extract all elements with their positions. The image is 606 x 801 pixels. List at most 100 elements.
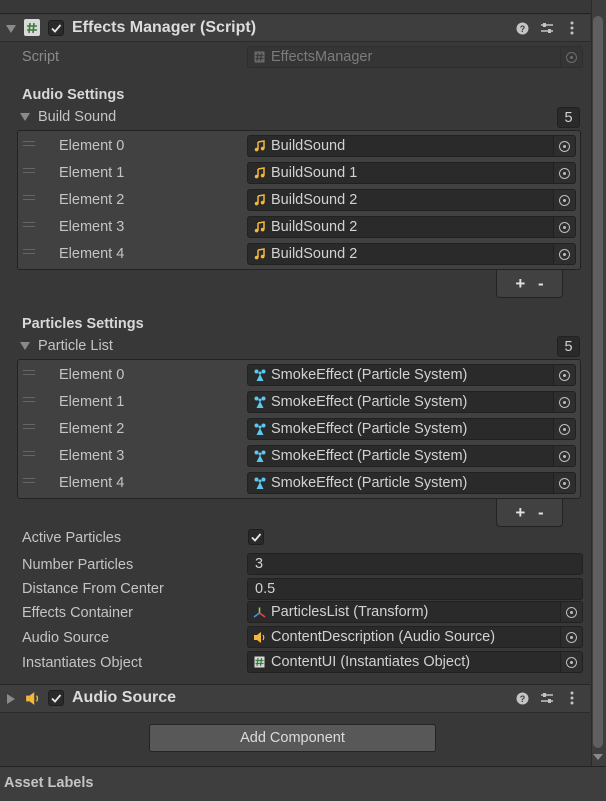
object-picker-icon[interactable] bbox=[553, 217, 575, 237]
object-picker-icon[interactable] bbox=[553, 365, 575, 385]
object-picker-icon[interactable] bbox=[553, 136, 575, 156]
add-component-button[interactable]: Add Component bbox=[149, 724, 436, 752]
element-object-field[interactable]: SmokeEffect (Particle System) bbox=[247, 445, 576, 467]
object-picker-icon[interactable] bbox=[553, 244, 575, 264]
element-label: Element 0 bbox=[59, 138, 125, 154]
particle-system-icon bbox=[253, 450, 266, 463]
instantiates-object-label: Instantiates Object bbox=[22, 655, 143, 671]
inspector-top-edge bbox=[0, 0, 606, 14]
element-object-field[interactable]: BuildSound bbox=[247, 135, 576, 157]
remove-element-button[interactable]: - bbox=[538, 275, 544, 292]
element-value: SmokeEffect (Particle System) bbox=[271, 394, 468, 410]
drag-handle-icon[interactable] bbox=[23, 478, 35, 483]
music-note-icon bbox=[253, 221, 266, 234]
object-picker-icon bbox=[560, 47, 582, 67]
svg-text:?: ? bbox=[519, 694, 525, 704]
drag-handle-icon[interactable] bbox=[23, 195, 35, 200]
music-note-icon bbox=[253, 194, 266, 207]
script-label: Script bbox=[22, 49, 60, 65]
element-object-field[interactable]: BuildSound 2 bbox=[247, 216, 576, 238]
drag-handle-icon[interactable] bbox=[23, 222, 35, 227]
foldout-arrow-icon[interactable] bbox=[7, 694, 15, 704]
drag-handle-icon[interactable] bbox=[23, 397, 35, 402]
object-picker-icon[interactable] bbox=[553, 163, 575, 183]
build-sound-label[interactable]: Build Sound bbox=[38, 109, 116, 125]
instantiates-object-field[interactable]: ContentUI (Instantiates Object) bbox=[247, 651, 583, 673]
distance-from-center-label: Distance From Center bbox=[22, 581, 164, 597]
object-picker-icon[interactable] bbox=[553, 392, 575, 412]
component-enabled-checkbox[interactable] bbox=[48, 20, 64, 36]
element-label: Element 3 bbox=[59, 219, 125, 235]
drag-handle-icon[interactable] bbox=[23, 424, 35, 429]
drag-handle-icon[interactable] bbox=[23, 370, 35, 375]
distance-from-center-input[interactable]: 0.5 bbox=[247, 578, 583, 600]
add-element-button[interactable]: + bbox=[515, 275, 525, 292]
particle-list-buttons: + - bbox=[496, 499, 563, 527]
drag-handle-icon[interactable] bbox=[23, 141, 35, 146]
object-picker-icon[interactable] bbox=[560, 652, 582, 672]
active-particles-label: Active Particles bbox=[22, 530, 122, 546]
foldout-arrow-icon[interactable] bbox=[6, 25, 16, 33]
drag-handle-icon[interactable] bbox=[23, 249, 35, 254]
object-picker-icon[interactable] bbox=[553, 190, 575, 210]
particle-list-label[interactable]: Particle List bbox=[38, 338, 113, 354]
particle-list-count[interactable]: 5 bbox=[557, 336, 580, 357]
number-particles-label: Number Particles bbox=[22, 557, 134, 573]
svg-text:?: ? bbox=[519, 24, 525, 34]
help-icon[interactable]: ? bbox=[515, 691, 529, 705]
audio-source-enabled-checkbox[interactable] bbox=[48, 690, 64, 706]
element-label: Element 2 bbox=[59, 421, 125, 437]
build-sound-list-buttons: + - bbox=[496, 270, 563, 298]
asset-labels-title: Asset Labels bbox=[4, 775, 94, 791]
speaker-icon bbox=[25, 691, 40, 710]
particle-system-icon bbox=[253, 477, 266, 490]
audio-source-field[interactable]: ContentDescription (Audio Source) bbox=[247, 626, 583, 648]
element-label: Element 1 bbox=[59, 165, 125, 181]
number-particles-input[interactable]: 3 bbox=[247, 553, 583, 575]
music-note-icon bbox=[253, 140, 266, 153]
object-picker-icon[interactable] bbox=[560, 602, 582, 622]
audio-settings-heading: Audio Settings bbox=[22, 87, 125, 103]
help-icon[interactable]: ? bbox=[515, 21, 529, 35]
object-picker-icon[interactable] bbox=[553, 419, 575, 439]
element-value: BuildSound 2 bbox=[271, 192, 358, 208]
particle-system-icon bbox=[253, 369, 266, 382]
add-element-button[interactable]: + bbox=[515, 504, 525, 521]
kebab-menu-icon[interactable] bbox=[565, 21, 579, 35]
sliders-icon[interactable] bbox=[540, 691, 554, 705]
kebab-menu-icon[interactable] bbox=[565, 691, 579, 705]
element-object-field[interactable]: SmokeEffect (Particle System) bbox=[247, 472, 576, 494]
element-value: BuildSound 1 bbox=[271, 165, 358, 181]
particles-settings-heading: Particles Settings bbox=[22, 316, 144, 332]
element-object-field[interactable]: BuildSound 2 bbox=[247, 189, 576, 211]
sliders-icon[interactable] bbox=[540, 21, 554, 35]
scrollbar-thumb[interactable] bbox=[593, 16, 603, 748]
element-value: SmokeEffect (Particle System) bbox=[271, 475, 468, 491]
effects-container-field[interactable]: ParticlesList (Transform) bbox=[247, 601, 583, 623]
drag-handle-icon[interactable] bbox=[23, 451, 35, 456]
particle-list-foldout-icon[interactable] bbox=[20, 342, 30, 350]
element-object-field[interactable]: BuildSound 1 bbox=[247, 162, 576, 184]
hash-script-icon bbox=[24, 19, 40, 36]
drag-handle-icon[interactable] bbox=[23, 168, 35, 173]
build-sound-count[interactable]: 5 bbox=[557, 107, 580, 128]
audio-source-title: Audio Source bbox=[72, 689, 177, 706]
element-value: SmokeEffect (Particle System) bbox=[271, 421, 468, 437]
component-title: Effects Manager (Script) bbox=[72, 19, 257, 36]
script-value: EffectsManager bbox=[271, 49, 373, 65]
element-object-field[interactable]: BuildSound 2 bbox=[247, 243, 576, 265]
object-picker-icon[interactable] bbox=[553, 473, 575, 493]
element-object-field[interactable]: SmokeEffect (Particle System) bbox=[247, 391, 576, 413]
element-value: SmokeEffect (Particle System) bbox=[271, 448, 468, 464]
build-sound-foldout-icon[interactable] bbox=[20, 113, 30, 121]
element-object-field[interactable]: SmokeEffect (Particle System) bbox=[247, 418, 576, 440]
remove-element-button[interactable]: - bbox=[538, 504, 544, 521]
active-particles-checkbox[interactable] bbox=[248, 529, 264, 545]
object-picker-icon[interactable] bbox=[553, 446, 575, 466]
element-value: BuildSound bbox=[271, 138, 346, 154]
scroll-down-arrow-icon[interactable] bbox=[593, 754, 603, 760]
element-object-field[interactable]: SmokeEffect (Particle System) bbox=[247, 364, 576, 386]
instantiates-object-value: ContentUI (Instantiates Object) bbox=[271, 654, 471, 670]
object-picker-icon[interactable] bbox=[560, 627, 582, 647]
element-label: Element 1 bbox=[59, 394, 125, 410]
